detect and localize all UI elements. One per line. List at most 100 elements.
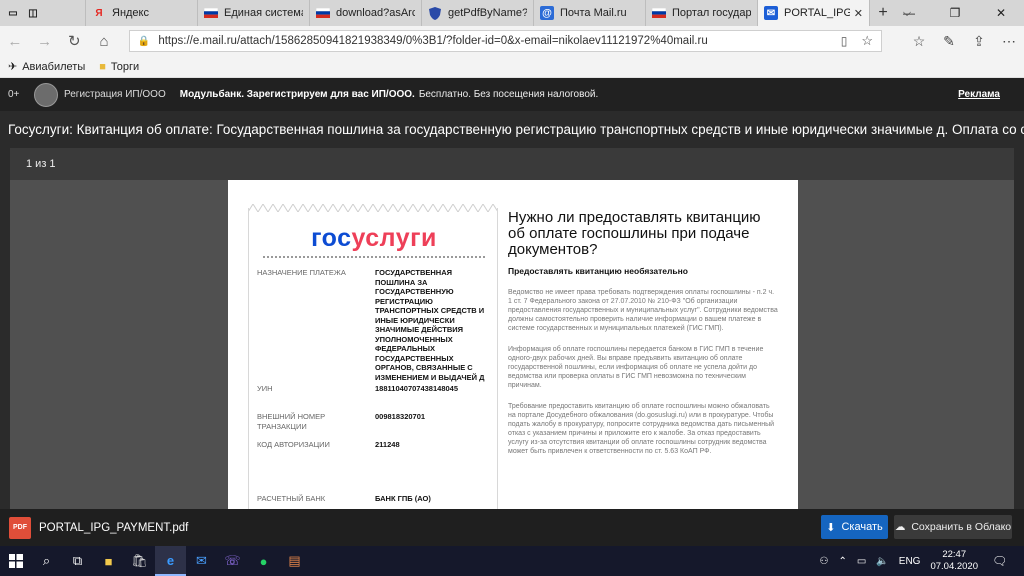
receipt-row-bank: Расчетный банк Банк ГПБ (АО)	[257, 494, 431, 503]
minimize-icon[interactable]: —	[886, 0, 932, 26]
attachment-viewer: Госуслуги: Квитанция об оплате: Государс…	[0, 111, 1024, 509]
cloud-icon: ☁	[894, 521, 906, 533]
edge-icon[interactable]: e	[155, 546, 186, 576]
close-window-icon[interactable]: ✕	[978, 0, 1024, 26]
close-tab-icon[interactable]: ✕	[854, 7, 863, 20]
viewer-title: Госуслуги: Квитанция об оплате: Государс…	[8, 122, 1024, 137]
receipt-row-uin: УИН 18811040707438148045	[257, 384, 459, 393]
whatsapp-icon[interactable]: ●	[248, 546, 279, 576]
tab-label: getPdfByName?cal	[448, 7, 527, 19]
forward-icon[interactable]: →	[30, 33, 60, 50]
clock-date: 07.04.2020	[930, 561, 978, 572]
tab-label: Яндекс	[112, 7, 149, 19]
notifications-icon[interactable]: 🗨	[992, 554, 1014, 568]
tab-preview-icon[interactable]: ▭	[6, 6, 20, 20]
mail-app-icon[interactable]: ✉	[186, 546, 217, 576]
reading-view-icon[interactable]: ▯	[841, 34, 848, 48]
info-heading: Нужно ли предоставлять квитанцию об опла…	[508, 209, 761, 258]
home-icon[interactable]: ⌂	[89, 33, 119, 50]
viber-icon[interactable]: ☏	[217, 546, 248, 576]
bookmark-label: Торги	[110, 60, 140, 73]
file-name: PORTAL_IPG_PAYMENT.pdf	[39, 521, 189, 534]
info-paragraph-3: Требование предоставить квитанцию об опл…	[508, 403, 775, 455]
clock[interactable]: 22:47 07.04.2020	[930, 549, 978, 573]
tab-download[interactable]: download?asArchi	[310, 0, 422, 26]
ad-banner[interactable]: 0+ Регистрация ИП/ООО Модульбанк. Зареги…	[0, 78, 1024, 111]
info-column: Нужно ли предоставлять квитанцию об опла…	[508, 210, 778, 456]
chevron-up-icon[interactable]: ⌃	[838, 556, 846, 567]
clock-time: 22:47	[942, 549, 967, 560]
download-button[interactable]: ⬇ Скачать	[821, 515, 888, 539]
divider	[263, 256, 485, 258]
more-icon[interactable]: ⋯	[994, 33, 1024, 50]
store-icon[interactable]: 🛍	[124, 546, 155, 576]
yandex-icon: Я	[95, 7, 103, 19]
page-counter: 1 из 1	[10, 148, 1014, 180]
ad-text: Бесплатно. Без посещения налоговой.	[418, 89, 599, 100]
set-aside-tabs-icon[interactable]: ◫	[26, 6, 40, 20]
payment-receipt: госуслуги Назначение платежа Государстве…	[248, 208, 498, 509]
url-text[interactable]: https://e.mail.ru/attach/158628509418219…	[158, 35, 834, 47]
share-icon[interactable]: ⇪	[964, 33, 994, 50]
address-toolbar: ← → ↻ ⌂ 🔒 https://e.mail.ru/attach/15862…	[0, 26, 1024, 56]
pdf-area[interactable]: госуслуги Назначение платежа Государстве…	[10, 180, 1014, 509]
tab-getpdf[interactable]: getPdfByName?cal	[422, 0, 534, 26]
system-tray: ⚇ ⌃ ▭ 🔈 ENG 22:47 07.04.2020 🗨	[820, 546, 1024, 576]
download-icon: ⬇	[826, 521, 836, 534]
task-view-icon[interactable]: ⧉	[62, 546, 93, 576]
age-rating: 0+	[8, 89, 20, 100]
window-controls: — ❐ ✕	[886, 0, 1024, 26]
bookmark-aviabilety[interactable]: ✈ Авиабилеты	[8, 60, 85, 74]
lock-icon[interactable]: 🔒	[138, 36, 150, 47]
people-icon[interactable]: ⚇	[820, 556, 829, 567]
info-paragraph-1: Ведомство не имеет права требовать подтв…	[508, 289, 778, 332]
download-bar: PDF PORTAL_IPG_PAYMENT.pdf ⬇ Скачать ☁ С…	[0, 509, 1024, 546]
ru-flag-icon	[316, 6, 330, 20]
volume-icon[interactable]: 🔈	[876, 556, 888, 567]
tab-unified-system[interactable]: Единая система и	[198, 0, 310, 26]
ad-headline: Модульбанк. Зарегистрируем для вас ИП/ОО…	[179, 89, 415, 100]
tab-portal-ipg-active[interactable]: ✉ PORTAL_IPG_P/ ✕	[758, 0, 870, 26]
shield-icon	[428, 6, 442, 20]
back-icon[interactable]: ←	[0, 33, 30, 50]
cloud-label: Сохранить в Облако	[911, 521, 1012, 533]
tab-label: PORTAL_IPG_P/	[784, 7, 850, 19]
folder-icon: ■	[99, 60, 106, 73]
document-app-icon[interactable]: ▤	[279, 546, 310, 576]
tab-label: Единая система и	[224, 7, 303, 19]
save-to-cloud-button[interactable]: ☁ Сохранить в Облако	[894, 515, 1012, 539]
refresh-icon[interactable]: ↻	[59, 32, 89, 50]
mail-icon: @	[540, 6, 554, 20]
restore-icon[interactable]: ❐	[932, 0, 978, 26]
start-windows-icon[interactable]	[0, 546, 31, 576]
notes-icon[interactable]: ✎	[934, 33, 964, 50]
tab-label: download?asArchi	[336, 7, 415, 19]
bookmark-torgi[interactable]: ■ Торги	[99, 61, 139, 73]
ru-flag-icon	[652, 6, 666, 20]
tab-portal[interactable]: Портал государств	[646, 0, 758, 26]
address-bar[interactable]: 🔒 https://e.mail.ru/attach/1586285094182…	[128, 30, 882, 52]
info-subheading: Предоставлять квитанцию необязательно	[508, 266, 688, 276]
pdf-file-icon: PDF	[9, 516, 31, 539]
ad-link[interactable]: Реклама	[958, 89, 1000, 100]
favorite-star-icon[interactable]: ☆	[861, 33, 873, 49]
tab-actions[interactable]: ▭ ◫	[0, 0, 86, 26]
mail-blue-icon: ✉	[764, 6, 778, 20]
language-indicator[interactable]: ENG	[899, 556, 921, 567]
tab-yandex[interactable]: Я Яндекс	[86, 0, 198, 26]
receipt-row-transaction: Внешний номер транзакции 009818320701	[257, 412, 426, 431]
gosuslugi-logo: госуслуги	[311, 224, 437, 252]
download-label: Скачать	[841, 521, 883, 533]
plane-icon: ✈	[8, 61, 18, 73]
explorer-icon[interactable]: ■	[93, 546, 124, 576]
network-icon[interactable]: ▭	[857, 556, 866, 567]
bookmarks-bar: ✈ Авиабилеты ■ Торги	[0, 56, 1024, 78]
pdf-page: госуслуги Назначение платежа Государстве…	[228, 180, 798, 509]
ad-sender: Регистрация ИП/ООО	[64, 89, 166, 100]
tab-mailru[interactable]: @ Почта Mail.ru	[534, 0, 646, 26]
favorites-list-icon[interactable]: ☆	[904, 33, 934, 50]
search-icon[interactable]: ⌕	[31, 546, 62, 576]
ru-flag-icon	[204, 6, 218, 20]
receipt-row-purpose: Назначение платежа Государственная пошли…	[257, 268, 485, 382]
receipt-row-auth: Код авторизации 211248	[257, 440, 400, 449]
